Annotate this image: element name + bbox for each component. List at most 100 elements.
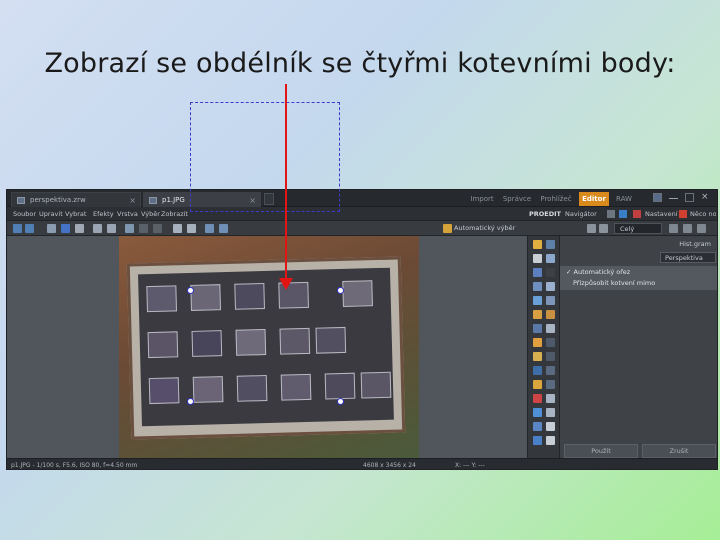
maximize-icon[interactable] — [685, 193, 694, 202]
anchor-point-top-right[interactable] — [337, 287, 344, 294]
background-color-icon[interactable] — [546, 436, 555, 445]
perspective-selection-rectangle[interactable] — [190, 102, 340, 212]
board-photo — [234, 283, 265, 310]
blur-tool-icon[interactable] — [546, 422, 555, 431]
lasso-tool-icon[interactable] — [546, 338, 555, 347]
menu-select[interactable]: Vybrat — [65, 207, 86, 221]
menu-edit[interactable]: Upravit — [39, 207, 63, 221]
crop-tool-icon[interactable] — [533, 282, 542, 291]
copy-icon[interactable] — [93, 224, 102, 233]
save-icon[interactable] — [61, 224, 70, 233]
select-tool-icon[interactable] — [546, 268, 555, 277]
option-fit-anchors[interactable]: Přizpůsobit kotvení mimo — [573, 278, 655, 289]
whats-new-menu[interactable]: Něco nové — [690, 207, 716, 221]
photo — [119, 236, 419, 458]
apply-button[interactable]: Použít — [564, 444, 638, 458]
shape-tool-icon[interactable] — [546, 380, 555, 389]
cancel-button[interactable]: Zrušit — [642, 444, 716, 458]
hand-tool-icon[interactable] — [533, 254, 542, 263]
dodge-tool-icon[interactable] — [533, 366, 542, 375]
foreground-color-icon[interactable] — [533, 436, 542, 445]
panel-toggle-icon[interactable] — [669, 224, 678, 233]
option-auto-crop[interactable]: ✓ Automatický ořez — [566, 267, 630, 278]
resize-tool-icon[interactable] — [533, 296, 542, 305]
fullscreen-icon[interactable] — [683, 224, 692, 233]
board-photo — [342, 280, 373, 307]
menu-file[interactable]: Soubor — [13, 207, 36, 221]
layout-icon[interactable] — [697, 224, 706, 233]
mode-raw[interactable]: RAW — [613, 192, 635, 206]
burn-tool-icon[interactable] — [546, 366, 555, 375]
flip-icon[interactable] — [153, 224, 162, 233]
minimize-icon[interactable] — [669, 193, 678, 199]
paste-icon[interactable] — [107, 224, 116, 233]
pen-tool-icon[interactable] — [533, 338, 542, 347]
menu-view[interactable]: Zobrazit — [161, 207, 188, 221]
redeye-tool-icon[interactable] — [533, 352, 542, 361]
mode-import[interactable]: Import — [467, 192, 497, 206]
fit-icon[interactable] — [219, 224, 228, 233]
anchor-point-bottom-left[interactable] — [187, 398, 194, 405]
heal-tool-icon[interactable] — [533, 394, 542, 403]
zoom-in-icon[interactable] — [599, 224, 608, 233]
auto-select-icon[interactable] — [443, 224, 452, 233]
menu-effects[interactable]: Efekty — [93, 207, 114, 221]
mode-viewer[interactable]: Prohlížeč — [537, 192, 575, 206]
close-icon[interactable]: × — [129, 193, 136, 208]
window-icon[interactable] — [653, 193, 662, 202]
redo-icon[interactable] — [25, 224, 34, 233]
zoom-out-icon[interactable] — [587, 224, 596, 233]
eraser-tool-icon[interactable] — [546, 324, 555, 333]
view-icon[interactable] — [205, 224, 214, 233]
checkmark-icon: ✓ — [566, 268, 574, 276]
straighten-tool-icon[interactable] — [546, 282, 555, 291]
clone-tool-icon[interactable] — [533, 422, 542, 431]
rotate-icon[interactable] — [139, 224, 148, 233]
tool-mode-select[interactable]: Perspektiva — [660, 252, 716, 263]
resize-icon[interactable] — [173, 224, 182, 233]
flip-tool-icon[interactable] — [546, 296, 555, 305]
menu-layer[interactable]: Vrstva — [117, 207, 138, 221]
anchor-point-bottom-right[interactable] — [337, 398, 344, 405]
settings-menu[interactable]: Nastavení — [645, 207, 678, 221]
stop-icon[interactable] — [679, 210, 687, 218]
crop-icon[interactable] — [125, 224, 134, 233]
mode-editor[interactable]: Editor — [579, 192, 609, 206]
properties-panel: Hist.gram Perspektiva ✓ Automatický ořez… — [559, 236, 717, 458]
zoom-select[interactable]: Celý — [614, 223, 662, 234]
open-icon[interactable] — [47, 224, 56, 233]
canvas-icon[interactable] — [187, 224, 196, 233]
layers-icon[interactable] — [607, 210, 615, 218]
move-tool-icon[interactable] — [546, 240, 555, 249]
color-icon[interactable] — [633, 210, 641, 218]
color-picker-icon[interactable] — [533, 408, 542, 417]
zoom-tool-icon[interactable] — [546, 254, 555, 263]
board-photo — [360, 371, 392, 399]
sharpen-tool-icon[interactable] — [546, 394, 555, 403]
image-canvas[interactable] — [7, 236, 527, 458]
mode-manager[interactable]: Správce — [501, 192, 533, 206]
undo-icon[interactable] — [13, 224, 22, 233]
board-photo — [324, 372, 356, 400]
stamp-tool-icon[interactable] — [546, 310, 555, 319]
gradient-tool-icon[interactable] — [546, 352, 555, 361]
close-window-icon[interactable]: × — [701, 193, 710, 202]
panel-header[interactable]: Hist.gram — [679, 240, 711, 248]
perspective-tool-icon[interactable] — [533, 268, 542, 277]
text-tool-icon[interactable] — [533, 380, 542, 389]
menu-selection[interactable]: Výběr — [141, 207, 160, 221]
smudge-tool-icon[interactable] — [546, 408, 555, 417]
pick-tool-icon[interactable] — [533, 240, 542, 249]
info-icon[interactable] — [619, 210, 627, 218]
brush-tool-icon[interactable] — [533, 310, 542, 319]
file-icon — [17, 197, 25, 204]
anchor-point-top-left[interactable] — [187, 287, 194, 294]
tab-perspektiva[interactable]: perspektiva.zrw × — [11, 192, 141, 207]
navigator-button[interactable]: Navigátor — [565, 207, 597, 221]
print-icon[interactable] — [75, 224, 84, 233]
fill-tool-icon[interactable] — [533, 324, 542, 333]
board-photo — [236, 374, 268, 402]
auto-select-label[interactable]: Automatický výběr — [454, 221, 515, 236]
tool-strip — [527, 236, 559, 458]
status-coordinates: X: --- Y: --- — [455, 462, 485, 469]
